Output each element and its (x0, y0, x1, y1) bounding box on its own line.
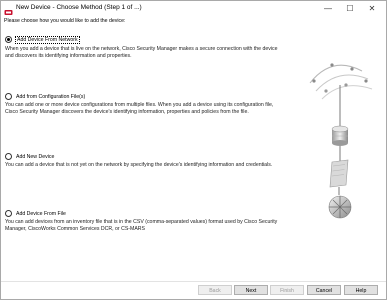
option-add-from-file[interactable]: Add Device From File (5, 209, 67, 218)
option-label[interactable]: Add from Configuration File(s) (15, 94, 86, 100)
option-description: When you add a device that is live on th… (5, 46, 278, 59)
window-title: New Device - Choose Method (Step 1 of ..… (16, 4, 142, 11)
radio-add-new-device[interactable] (5, 153, 12, 160)
cancel-button[interactable]: Cancel (307, 285, 341, 295)
radio-add-from-config-files[interactable] (5, 93, 12, 100)
dialog-content: Please choose how you would like to add … (1, 17, 386, 281)
title-bar: New Device - Choose Method (Step 1 of ..… (1, 1, 386, 17)
option-label[interactable]: Add New Device (15, 154, 55, 160)
minimize-button[interactable]: — (317, 2, 339, 16)
next-button[interactable]: Next (234, 285, 268, 295)
option-description: You can add one or more device configura… (5, 102, 274, 115)
finish-button[interactable]: Finish (270, 285, 304, 295)
new-device-dialog: New Device - Choose Method (Step 1 of ..… (0, 0, 387, 300)
option-description: You can add devices from an inventory fi… (5, 219, 278, 232)
option-add-from-config-files[interactable]: Add from Configuration File(s) (5, 92, 86, 101)
database-icon (331, 125, 349, 146)
option-add-from-network[interactable]: Add Device From Network (5, 35, 80, 44)
option-add-new-device[interactable]: Add New Device (5, 152, 55, 161)
app-icon (4, 4, 13, 15)
network-icon (309, 63, 373, 100)
help-button[interactable]: Help (344, 285, 378, 295)
method-illustration (302, 45, 378, 235)
maximize-button[interactable]: ☐ (339, 2, 361, 16)
back-button[interactable]: Back (198, 285, 232, 295)
device-icon (328, 195, 352, 219)
close-button[interactable]: ✕ (361, 2, 383, 16)
footer-separator (1, 281, 386, 282)
radio-add-from-file[interactable] (5, 210, 12, 217)
option-label[interactable]: Add Device From Network (15, 35, 80, 44)
file-icon (329, 159, 349, 188)
option-description: You can add a device that is not yet on … (5, 162, 273, 168)
radio-add-from-network[interactable] (5, 36, 12, 43)
option-label[interactable]: Add Device From File (15, 211, 67, 217)
prompt-text: Please choose how you would like to add … (4, 18, 126, 24)
